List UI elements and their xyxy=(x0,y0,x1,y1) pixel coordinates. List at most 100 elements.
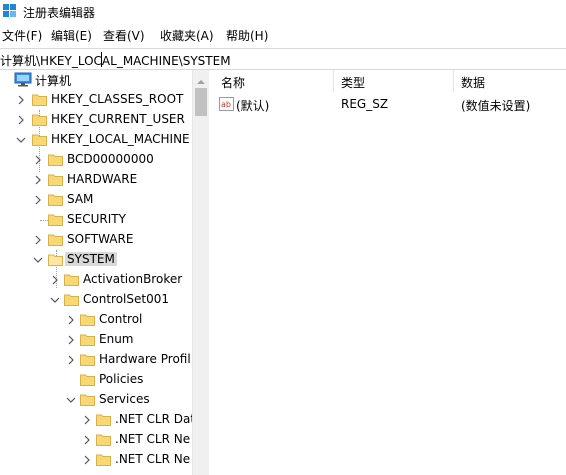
tree-label: SECURITY xyxy=(67,212,126,226)
menu-bar: 文件(F) 编辑(E) 查看(V) 收藏夹(A) 帮助(H) xyxy=(0,25,566,45)
tree-pane[interactable]: 计算机 HKEY_CLASSES_ROOT HKEY_CURRENT_USER … xyxy=(0,70,192,475)
tree-label: HKEY_CLASSES_ROOT xyxy=(51,92,184,106)
value-type: REG_SZ xyxy=(341,97,389,111)
tree-item-hardware-profiles[interactable]: Hardware Profil xyxy=(0,350,192,369)
tree-label: ControlSet001 xyxy=(83,292,169,306)
folder-icon xyxy=(96,433,111,446)
tree-label: 计算机 xyxy=(35,74,72,88)
tree-item-services[interactable]: Services xyxy=(0,390,192,409)
folder-icon xyxy=(96,413,111,426)
tree-label: Control xyxy=(99,312,143,326)
tree-item-computer[interactable]: 计算机 xyxy=(0,70,192,89)
folder-icon xyxy=(48,213,63,226)
chevron-down-icon[interactable] xyxy=(50,295,60,305)
chevron-down-icon[interactable] xyxy=(66,395,76,405)
tree-label: HKEY_CURRENT_USER xyxy=(51,112,185,126)
chevron-right-icon[interactable] xyxy=(82,455,92,465)
open-folder-icon xyxy=(48,253,63,266)
tree-label: Policies xyxy=(99,372,144,386)
chevron-right-icon[interactable] xyxy=(33,235,43,245)
text-caret xyxy=(101,52,102,67)
values-pane[interactable]: 名称 类型 数据 ab (默认) REG_SZ (数值未设置) xyxy=(213,70,566,475)
menu-edit[interactable]: 编辑(E) xyxy=(51,27,92,44)
chevron-right-icon[interactable] xyxy=(82,435,92,445)
folder-icon xyxy=(80,333,95,346)
tree-item-hkey-current-user[interactable]: HKEY_CURRENT_USER xyxy=(0,110,192,129)
registry-editor-icon xyxy=(3,4,17,18)
folder-icon xyxy=(96,453,111,466)
tree-item-control[interactable]: Control xyxy=(0,310,192,329)
chevron-right-icon[interactable] xyxy=(16,115,26,125)
value-name: (默认) xyxy=(236,99,270,113)
tree-label: ActivationBroker xyxy=(83,272,183,286)
column-header-name[interactable]: 名称 xyxy=(221,74,245,91)
column-separator[interactable] xyxy=(453,70,454,92)
chevron-right-icon[interactable] xyxy=(33,175,43,185)
tree-item-software[interactable]: SOFTWARE xyxy=(0,230,192,249)
tree-item-enum[interactable]: Enum xyxy=(0,330,192,349)
folder-icon xyxy=(32,133,47,146)
menu-file[interactable]: 文件(F) xyxy=(2,27,42,44)
address-bar[interactable]: 计算机\HKEY_LOCAL_MACHINE\SYSTEM xyxy=(0,48,566,70)
folder-icon xyxy=(48,173,63,186)
tree-item-hardware[interactable]: HARDWARE xyxy=(0,170,192,189)
tree-item-bcd00000000[interactable]: BCD00000000 xyxy=(0,150,192,169)
tree-item-net-clr-networking[interactable]: .NET CLR Ne xyxy=(0,430,192,449)
tree-item-policies[interactable]: Policies xyxy=(0,370,192,389)
folder-icon xyxy=(80,313,95,326)
chevron-right-icon[interactable] xyxy=(50,275,60,285)
chevron-right-icon[interactable] xyxy=(66,335,76,345)
folder-icon xyxy=(48,153,63,166)
value-data: (数值未设置) xyxy=(461,99,531,113)
tree-item-hkey-local-machine[interactable]: HKEY_LOCAL_MACHINE xyxy=(0,130,192,149)
chevron-right-icon[interactable] xyxy=(66,315,76,325)
tree-label: .NET CLR Ne xyxy=(115,452,191,466)
tree-label: Hardware Profil xyxy=(99,352,191,366)
tree-label: .NET CLR Dat xyxy=(115,412,192,426)
tree-item-security[interactable]: SECURITY xyxy=(0,210,192,229)
tree-label: BCD00000000 xyxy=(67,152,154,166)
list-item[interactable]: ab (默认) REG_SZ (数值未设置) xyxy=(213,96,566,114)
scrollbar-thumb[interactable] xyxy=(195,88,207,116)
tree-item-net-clr-data[interactable]: .NET CLR Dat xyxy=(0,410,192,429)
tree-scrollbar[interactable] xyxy=(192,70,209,475)
tree-label: HKEY_LOCAL_MACHINE xyxy=(51,132,190,146)
address-path[interactable]: 计算机\HKEY_LOCAL_MACHINE\SYSTEM xyxy=(0,52,231,69)
chevron-right-icon[interactable] xyxy=(33,155,43,165)
column-header-data[interactable]: 数据 xyxy=(461,74,485,91)
tree-item-sam[interactable]: SAM xyxy=(0,190,192,209)
chevron-right-icon[interactable] xyxy=(66,355,76,365)
chevron-down-icon[interactable] xyxy=(33,255,43,265)
tree-item-activation-broker[interactable]: ActivationBroker xyxy=(0,270,192,289)
chevron-down-icon[interactable] xyxy=(16,135,26,145)
tree-item-system[interactable]: SYSTEM xyxy=(0,250,192,269)
tree-label: SYSTEM xyxy=(65,252,117,266)
list-header: 名称 类型 数据 xyxy=(213,70,566,92)
title-bar: 注册表编辑器 xyxy=(0,0,566,22)
folder-icon xyxy=(64,293,79,306)
menu-favorites[interactable]: 收藏夹(A) xyxy=(160,27,214,44)
menu-help[interactable]: 帮助(H) xyxy=(226,27,268,44)
column-header-type[interactable]: 类型 xyxy=(341,74,365,91)
tree-item-net-clr-networking-2[interactable]: .NET CLR Ne xyxy=(0,450,192,469)
scroll-up-arrow-icon[interactable] xyxy=(197,74,205,88)
tree-label: Enum xyxy=(99,332,134,346)
menu-view[interactable]: 查看(V) xyxy=(103,27,145,44)
folder-icon xyxy=(48,233,63,246)
folder-icon xyxy=(32,93,47,106)
string-value-icon: ab xyxy=(219,97,234,111)
tree-item-hkey-classes-root[interactable]: HKEY_CLASSES_ROOT xyxy=(0,90,192,109)
tree-item-controlset001[interactable]: ControlSet001 xyxy=(0,290,192,309)
chevron-right-icon[interactable] xyxy=(82,415,92,425)
folder-icon xyxy=(80,353,95,366)
tree-label: Services xyxy=(99,392,150,406)
folder-icon xyxy=(64,273,79,286)
computer-icon xyxy=(14,72,32,87)
column-separator[interactable] xyxy=(333,70,334,92)
tree-label: SOFTWARE xyxy=(67,232,134,246)
folder-icon xyxy=(48,193,63,206)
chevron-right-icon[interactable] xyxy=(33,195,43,205)
chevron-right-icon[interactable] xyxy=(16,95,26,105)
window-title: 注册表编辑器 xyxy=(23,6,96,20)
tree-label: HARDWARE xyxy=(67,172,138,186)
